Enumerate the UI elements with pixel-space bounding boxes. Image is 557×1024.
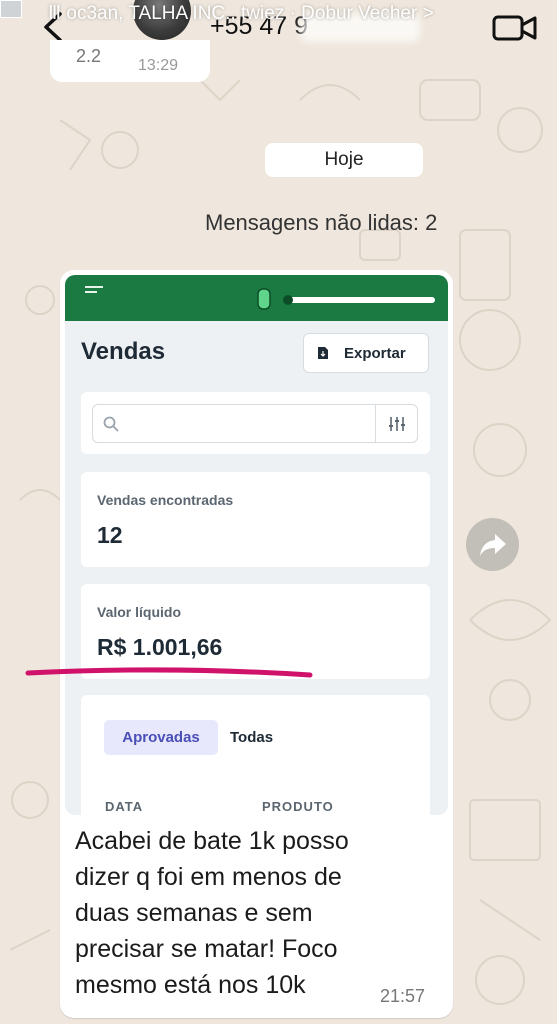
app-status-bar <box>65 275 448 321</box>
forward-button[interactable] <box>466 518 519 571</box>
previous-message-bubble[interactable]: 2.2 13:29 <box>50 40 210 82</box>
progress-bar <box>287 297 435 303</box>
search-icon <box>103 416 119 432</box>
column-header: PRODUTO <box>262 799 334 814</box>
video-camera-icon[interactable] <box>491 12 539 42</box>
message-bubble[interactable]: Vendas Exportar Vendas encontradas 12 Va… <box>60 270 453 1018</box>
export-label: Exportar <box>344 345 406 362</box>
sliders-icon <box>389 417 405 431</box>
file-download-icon <box>318 347 328 359</box>
sales-table-card: Aprovadas Todas DATA PRODUTO <box>81 695 430 815</box>
column-header: DATA <box>105 799 144 814</box>
search-card <box>81 392 430 454</box>
story-overlay-text: Ⅲ oc3an, TALHA INC., twiez · Dobur Veche… <box>48 3 434 24</box>
previous-message-time: 13:29 <box>138 57 179 74</box>
stat-value: R$ 1.001,66 <box>97 634 223 660</box>
stat-card-net-value: Valor líquido R$ 1.001,66 <box>81 584 430 679</box>
message-text: Acabei de bate 1k posso dizer q foi em m… <box>75 827 349 999</box>
search-input <box>92 404 376 443</box>
filter-button <box>376 404 418 443</box>
gem-icon <box>257 288 271 310</box>
date-chip: Hoje <box>265 143 423 177</box>
share-arrow-icon <box>480 534 506 556</box>
stat-label: Vendas encontradas <box>97 492 234 508</box>
message-time: 21:57 <box>380 986 426 1006</box>
attached-image[interactable]: Vendas Exportar Vendas encontradas 12 Va… <box>65 275 448 815</box>
progress-marker <box>283 295 293 305</box>
previous-message-text: 2.2 <box>76 46 102 66</box>
story-thumbnail <box>0 0 22 18</box>
stat-card-sales-count: Vendas encontradas 12 <box>81 472 430 567</box>
tab-approved: Aprovadas <box>104 720 218 755</box>
stat-value: 12 <box>97 522 123 548</box>
stat-label: Valor líquido <box>97 604 182 620</box>
export-button: Exportar <box>303 333 429 373</box>
unread-messages-banner: Mensagens não lidas: 2 <box>205 210 438 235</box>
menu-icon <box>85 286 103 293</box>
page-title: Vendas <box>81 338 166 365</box>
tab-all: Todas <box>230 729 274 746</box>
